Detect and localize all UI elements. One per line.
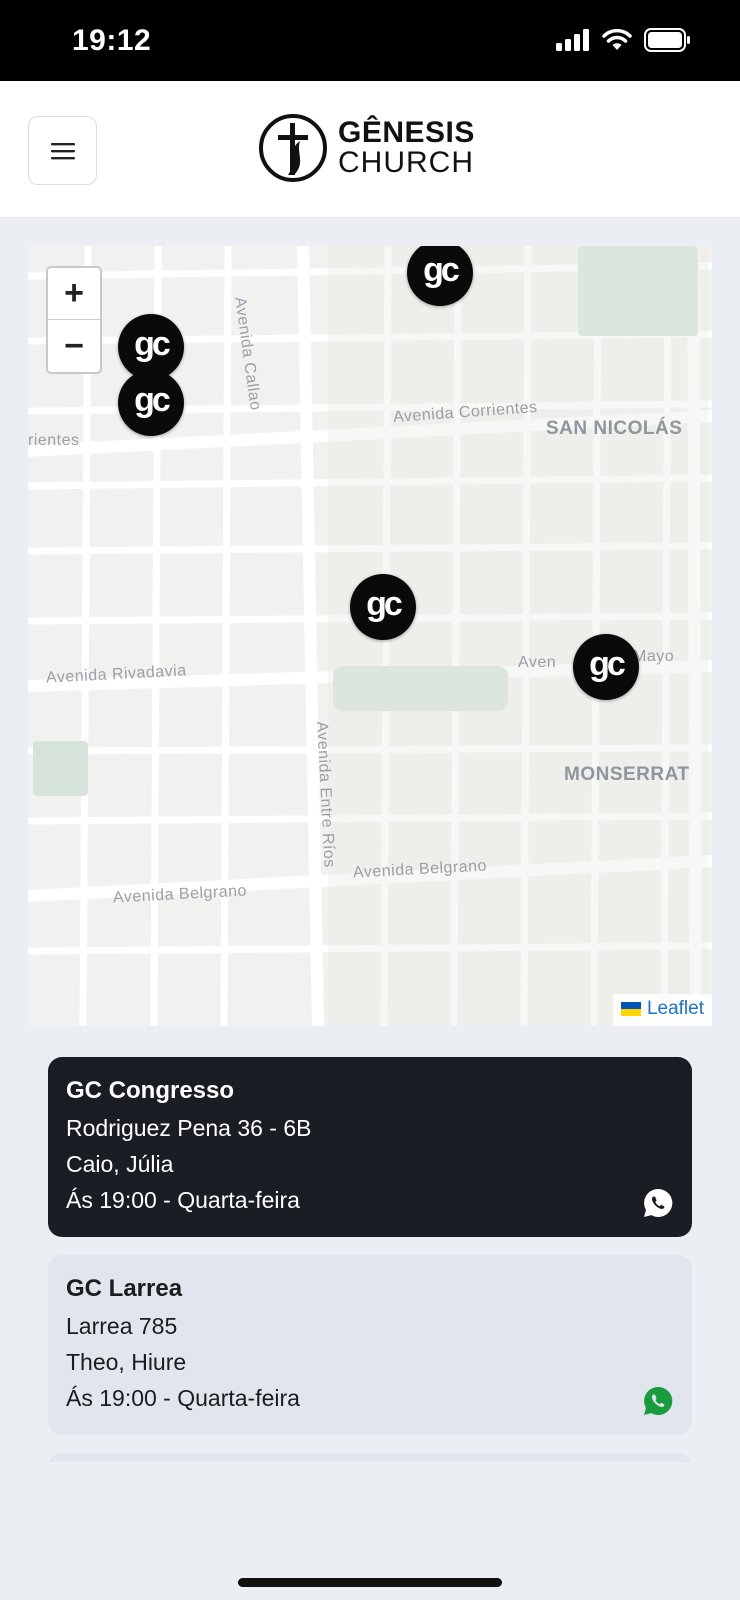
zoom-control: + − <box>46 266 102 374</box>
zoom-in-button[interactable]: + <box>48 268 100 320</box>
map[interactable]: Avenida Callao Avenida Corrientes riente… <box>28 246 712 1026</box>
signal-icon <box>556 29 589 51</box>
battery-icon <box>644 28 690 52</box>
whatsapp-icon[interactable] <box>642 1187 674 1219</box>
marker-label: gc <box>366 584 403 623</box>
group-name: GC Larrea <box>66 1275 183 1302</box>
wifi-icon <box>602 29 632 50</box>
group-card-partial[interactable] <box>48 1453 692 1462</box>
home-indicator[interactable] <box>238 1578 502 1587</box>
group-schedule: Ás 19:00 - Quarta-feira <box>66 1385 300 1411</box>
marker-label: gc <box>134 380 171 419</box>
ukraine-flag-icon <box>620 1002 641 1016</box>
district-san-nicolas: SAN NICOLÁS <box>546 418 683 439</box>
status-icons <box>556 28 692 52</box>
group-schedule: Ás 19:00 - Quarta-feira <box>66 1187 300 1213</box>
map-marker[interactable]: gc <box>573 634 639 700</box>
group-card[interactable]: GC Congresso Rodriguez Pena 36 - 6B Caio… <box>48 1057 692 1237</box>
hamburger-icon <box>50 142 75 159</box>
group-name: GC Congresso <box>66 1077 235 1104</box>
church-logo[interactable]: GÊNESIS CHURCH <box>258 113 475 183</box>
whatsapp-icon[interactable] <box>642 1385 674 1417</box>
group-address: Rodriguez Pena 36 - 6B <box>66 1115 312 1141</box>
marker-label: gc <box>423 250 460 289</box>
group-leaders: Theo, Hiure <box>66 1349 187 1375</box>
menu-button[interactable] <box>28 116 97 185</box>
group-card[interactable]: GC Larrea Larrea 785 Theo, Hiure Ás 19:0… <box>48 1255 692 1435</box>
street-label-mayo-left: Aven <box>518 654 557 671</box>
street-label-corrientes-left: rientes <box>28 432 80 449</box>
marker-label: gc <box>589 644 626 683</box>
district-monserrat: MONSERRAT <box>564 764 690 785</box>
map-attribution[interactable]: Leaflet <box>612 994 712 1026</box>
map-marker[interactable]: gc <box>118 370 184 436</box>
logo-text: GÊNESIS CHURCH <box>338 118 475 178</box>
map-marker[interactable]: gc <box>350 574 416 640</box>
zoom-out-button[interactable]: − <box>48 320 100 372</box>
logo-line2: CHURCH <box>338 146 474 179</box>
group-address: Larrea 785 <box>66 1313 178 1339</box>
logo-line1: GÊNESIS <box>338 116 475 149</box>
status-bar: 19:12 <box>0 0 740 81</box>
marker-label: gc <box>134 324 171 363</box>
cross-logo-icon <box>259 114 327 182</box>
group-leaders: Caio, Júlia <box>66 1151 174 1177</box>
status-time: 19:12 <box>72 24 152 57</box>
street-label-mayo-right: Mayo <box>633 648 675 665</box>
group-list: GC Congresso Rodriguez Pena 36 - 6B Caio… <box>48 1057 692 1462</box>
app-header: GÊNESIS CHURCH <box>0 81 740 218</box>
attribution-link[interactable]: Leaflet <box>647 998 704 1020</box>
